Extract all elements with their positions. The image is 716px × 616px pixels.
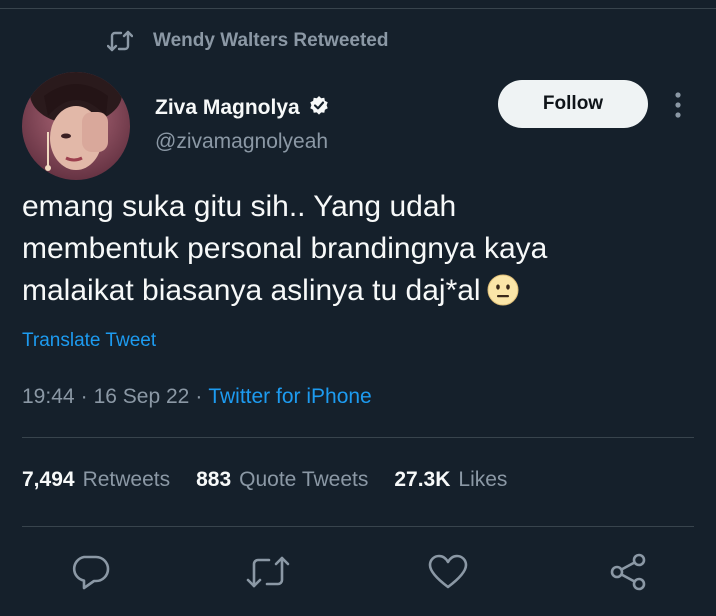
- follow-button[interactable]: Follow: [498, 80, 648, 128]
- retweet-icon: [246, 555, 290, 594]
- tweet-date[interactable]: 16 Sep 22: [94, 385, 190, 409]
- stat-count: 883: [196, 468, 232, 491]
- share-icon: [608, 552, 648, 597]
- likes-stat[interactable]: 27.3K Likes: [394, 468, 507, 492]
- stat-count: 27.3K: [394, 468, 451, 491]
- stat-label: Quote Tweets: [239, 468, 369, 491]
- top-divider: [0, 8, 716, 9]
- retweet-icon: [107, 30, 133, 52]
- tweet-text-line-last: malaikat biasanya aslinya tu daj*al: [22, 270, 682, 318]
- divider: [22, 437, 694, 438]
- retweet-button[interactable]: [246, 552, 290, 596]
- avatar[interactable]: [22, 72, 130, 180]
- more-options-icon[interactable]: [668, 88, 688, 122]
- engagement-stats: 7,494 Retweets 883 Quote Tweets 27.3K Li…: [22, 468, 507, 492]
- tweet-text-line: membentuk personal brandingnya kaya: [22, 232, 548, 265]
- tweet-author[interactable]: Ziva Magnolya @zivamagnolyeah: [155, 93, 330, 154]
- meta-separator: ·: [195, 385, 203, 408]
- reply-button[interactable]: [68, 552, 112, 596]
- tweet-time[interactable]: 19:44: [22, 385, 75, 409]
- tweet-text-line: emang suka gitu sih.. Yang udah: [22, 190, 457, 223]
- tweet-source-link[interactable]: Twitter for iPhone: [208, 385, 371, 409]
- tweet-text: emang suka gitu sih.. Yang udah membentu…: [22, 186, 682, 318]
- stat-count: 7,494: [22, 468, 75, 491]
- tweet-text-line: malaikat biasanya aslinya tu daj*al: [22, 274, 481, 307]
- tweet-meta: 19:44 · 16 Sep 22 · Twitter for iPhone: [22, 385, 372, 409]
- verified-badge-icon: [308, 95, 330, 122]
- meta-separator: ·: [80, 385, 88, 408]
- retweet-context[interactable]: Wendy Walters Retweeted: [107, 26, 388, 56]
- tweet-actions-bar: [0, 552, 716, 596]
- share-button[interactable]: [606, 552, 650, 596]
- retweeted-by-text: Wendy Walters Retweeted: [153, 30, 389, 51]
- stat-label: Retweets: [82, 468, 171, 491]
- reply-icon: [70, 553, 110, 596]
- neutral-face-emoji-icon: [487, 274, 519, 318]
- like-icon: [428, 554, 468, 595]
- author-handle[interactable]: @zivamagnolyeah: [155, 130, 330, 154]
- retweets-stat[interactable]: 7,494 Retweets: [22, 468, 170, 492]
- stat-label: Likes: [458, 468, 508, 491]
- like-button[interactable]: [426, 552, 470, 596]
- quote-tweets-stat[interactable]: 883 Quote Tweets: [196, 468, 368, 492]
- divider: [22, 526, 694, 527]
- author-name[interactable]: Ziva Magnolya: [155, 96, 300, 120]
- translate-tweet-link[interactable]: Translate Tweet: [22, 330, 156, 352]
